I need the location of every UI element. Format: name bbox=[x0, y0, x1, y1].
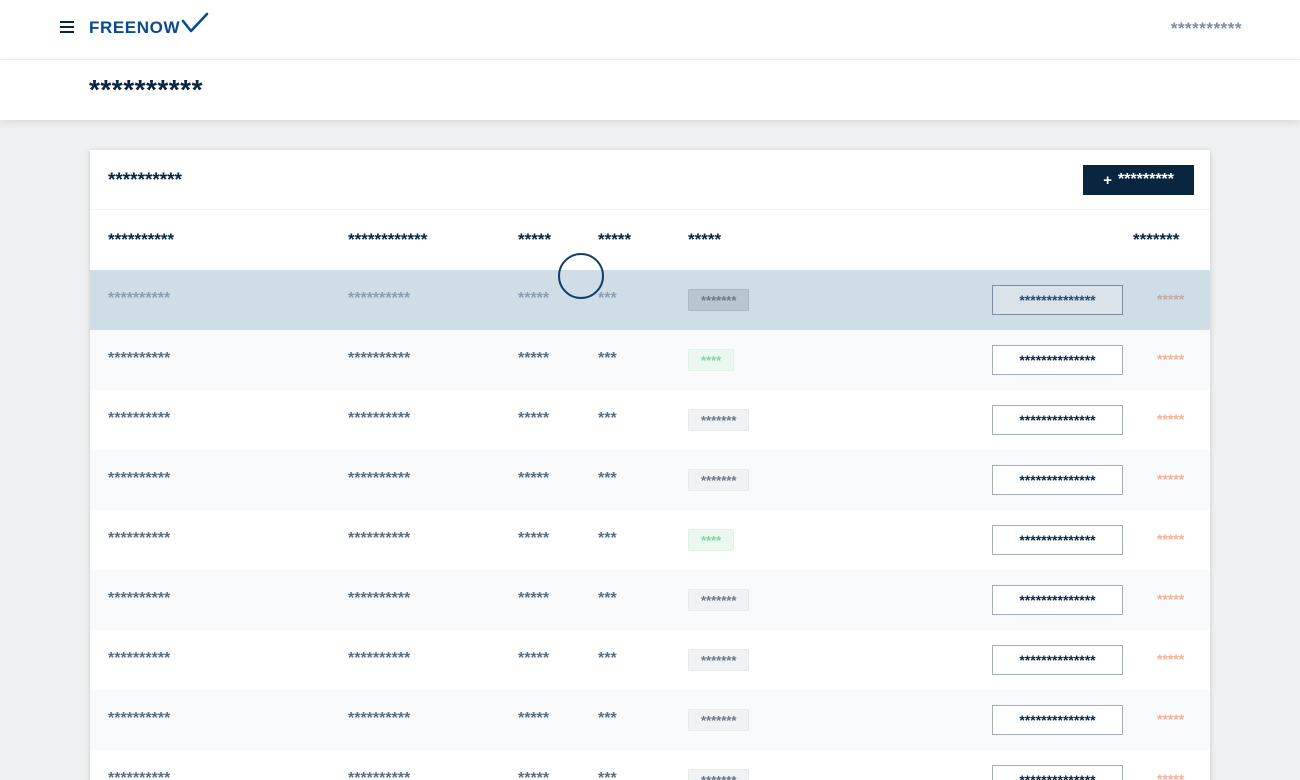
cell-col-2: ********** bbox=[348, 290, 411, 307]
column-header-2[interactable]: ************ bbox=[348, 230, 427, 250]
cell-col-1: ********** bbox=[108, 590, 171, 607]
row-link[interactable]: ***** bbox=[1157, 351, 1184, 367]
column-header-6[interactable]: ******* bbox=[1133, 230, 1179, 250]
cell-col-2: ********** bbox=[348, 410, 411, 427]
column-header-3[interactable]: ***** bbox=[518, 230, 551, 250]
cell-col-3: ***** bbox=[518, 290, 550, 307]
row-link[interactable]: ***** bbox=[1157, 591, 1184, 607]
row-action-button[interactable]: ************** bbox=[992, 645, 1123, 675]
table-row[interactable]: ****************************************… bbox=[90, 450, 1210, 510]
status-badge: ******* bbox=[688, 409, 750, 431]
cell-col-4: *** bbox=[598, 530, 617, 547]
page-title: ********** bbox=[89, 74, 203, 105]
cell-col-3: ***** bbox=[518, 650, 550, 667]
status-badge: ******* bbox=[688, 289, 750, 311]
row-link[interactable]: ***** bbox=[1157, 291, 1184, 307]
row-link[interactable]: ***** bbox=[1157, 471, 1184, 487]
add-button-label: ********* bbox=[1117, 171, 1174, 188]
cell-col-1: ********** bbox=[108, 290, 171, 307]
row-action-button[interactable]: ************** bbox=[992, 765, 1123, 780]
table-body: ********** ********** ***** *** ******* *****… bbox=[90, 270, 1210, 780]
row-link[interactable]: ***** bbox=[1157, 531, 1184, 547]
cell-col-4: *** bbox=[598, 590, 617, 607]
row-link[interactable]: ***** bbox=[1157, 651, 1184, 667]
cell-col-4: *** bbox=[598, 770, 617, 780]
cell-col-1: ********** bbox=[108, 710, 171, 727]
hamburger-menu-icon[interactable] bbox=[60, 21, 74, 35]
status-badge: **** bbox=[688, 349, 735, 371]
status-badge: ******* bbox=[688, 649, 750, 671]
row-action-button[interactable]: ************** bbox=[992, 525, 1123, 555]
cell-col-2: ********** bbox=[348, 710, 411, 727]
status-badge: ******* bbox=[688, 769, 750, 780]
cell-col-3: ***** bbox=[518, 410, 550, 427]
status-badge: ******* bbox=[688, 709, 750, 731]
cell-col-1: ********** bbox=[108, 410, 171, 427]
column-header-5[interactable]: ***** bbox=[688, 230, 721, 250]
list-card: ********** + ********* ********** ******… bbox=[90, 150, 1210, 780]
row-link[interactable]: ***** bbox=[1157, 771, 1184, 780]
cell-col-3: ***** bbox=[518, 710, 550, 727]
logo-text: FREENOW bbox=[89, 18, 181, 37]
freenow-logo[interactable]: FREENOW bbox=[89, 12, 209, 38]
table-row[interactable]: ****************************************… bbox=[90, 390, 1210, 450]
cell-col-4: *** bbox=[598, 470, 617, 487]
row-action-button[interactable]: ************** bbox=[992, 585, 1123, 615]
checkmark-logo-icon bbox=[181, 12, 209, 33]
table-header: ********** ************ ***** ***** ****… bbox=[90, 210, 1210, 270]
cell-col-4: *** bbox=[598, 410, 617, 427]
row-action-button[interactable]: ************** bbox=[992, 705, 1123, 735]
status-badge: ******* bbox=[688, 589, 750, 611]
cell-col-3: ***** bbox=[518, 530, 550, 547]
table-row[interactable]: ****************************************… bbox=[90, 750, 1210, 780]
card-title: ********** bbox=[108, 170, 182, 191]
row-link[interactable]: ***** bbox=[1157, 411, 1184, 427]
status-badge: **** bbox=[688, 529, 735, 551]
row-action-button[interactable]: ************** bbox=[992, 465, 1123, 495]
top-navigation-bar: FREENOW ********** bbox=[0, 0, 1300, 60]
cell-col-3: ***** bbox=[518, 470, 550, 487]
user-name-menu[interactable]: ********** bbox=[1171, 19, 1242, 39]
cell-col-4: *** bbox=[598, 290, 617, 307]
table-row[interactable]: ****************************************… bbox=[90, 570, 1210, 630]
cell-col-1: ********** bbox=[108, 530, 171, 547]
cell-col-2: ********** bbox=[348, 590, 411, 607]
cell-col-1: ********** bbox=[108, 470, 171, 487]
table-row[interactable]: ****************************************… bbox=[90, 630, 1210, 690]
cell-col-4: *** bbox=[598, 710, 617, 727]
status-badge: ******* bbox=[688, 469, 750, 491]
table-row[interactable]: ****************************************… bbox=[90, 270, 1210, 330]
column-header-4[interactable]: ***** bbox=[598, 230, 631, 250]
cell-col-3: ***** bbox=[518, 350, 550, 367]
row-link[interactable]: ***** bbox=[1157, 711, 1184, 727]
row-action-button[interactable]: ************** bbox=[992, 285, 1123, 315]
row-action-button[interactable]: ************** bbox=[992, 405, 1123, 435]
cell-col-4: *** bbox=[598, 350, 617, 367]
row-action-button[interactable]: ************** bbox=[992, 345, 1123, 375]
cell-col-2: ********** bbox=[348, 650, 411, 667]
table-row[interactable]: ****************************************… bbox=[90, 510, 1210, 570]
card-header: ********** + ********* bbox=[90, 150, 1210, 210]
page-header: ********** bbox=[0, 60, 1300, 120]
table-row[interactable]: ****************************************… bbox=[90, 330, 1210, 390]
cell-col-4: *** bbox=[598, 650, 617, 667]
cell-col-2: ********** bbox=[348, 770, 411, 780]
table-row[interactable]: ****************************************… bbox=[90, 690, 1210, 750]
column-header-1[interactable]: ********** bbox=[108, 230, 174, 250]
cell-col-2: ********** bbox=[348, 530, 411, 547]
cell-col-2: ********** bbox=[348, 350, 411, 367]
cell-col-1: ********** bbox=[108, 650, 171, 667]
cell-col-3: ***** bbox=[518, 590, 550, 607]
cell-col-3: ***** bbox=[518, 770, 550, 780]
plus-icon: + bbox=[1103, 171, 1112, 189]
cell-col-2: ********** bbox=[348, 470, 411, 487]
cell-col-1: ********** bbox=[108, 350, 171, 367]
cell-col-1: ********** bbox=[108, 770, 171, 780]
add-button[interactable]: + ********* bbox=[1083, 165, 1194, 195]
